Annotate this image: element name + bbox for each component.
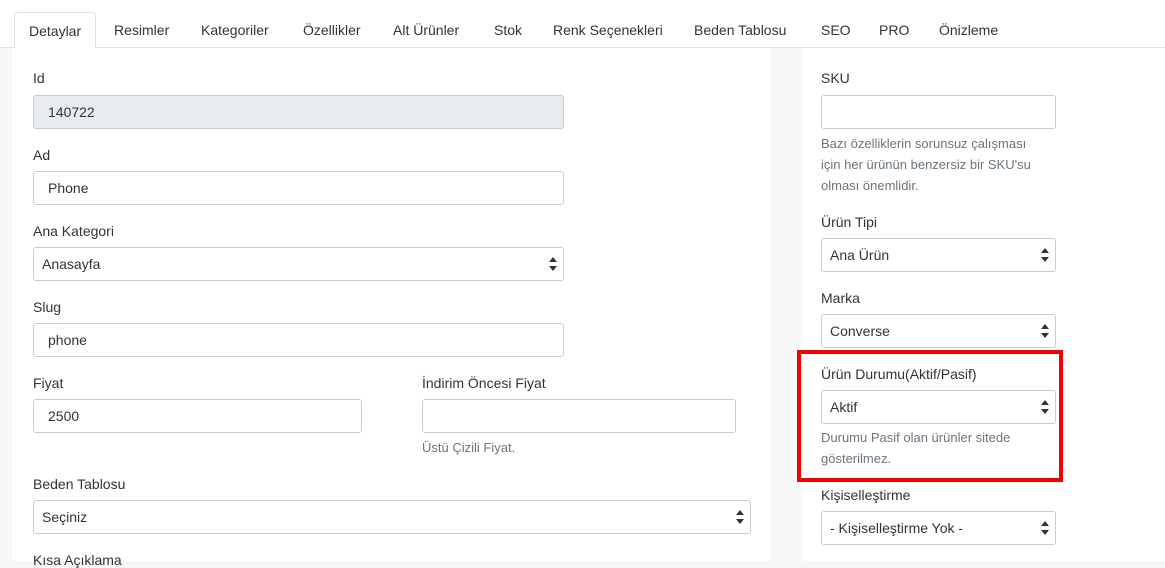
tab-pro[interactable]: PRO — [865, 12, 923, 49]
tab-beden-tablosu[interactable]: Beden Tablosu — [680, 12, 800, 49]
fiyat-field[interactable]: 2500 — [33, 399, 362, 433]
tab-bar: Detaylar Resimler Kategoriler Özellikler… — [0, 0, 1165, 49]
beden-select[interactable]: Seçiniz — [33, 500, 751, 534]
marka-select[interactable]: Converse — [821, 314, 1056, 348]
sku-label: SKU — [821, 70, 850, 86]
ad-label: Ad — [33, 147, 51, 163]
indirim-help: Üstü Çizili Fiyat. — [422, 440, 516, 455]
indirim-field[interactable] — [422, 399, 736, 433]
id-label: Id — [33, 70, 45, 86]
tab-renk-secenekleri[interactable]: Renk Seçenekleri — [539, 12, 677, 49]
highlight-box — [797, 350, 1063, 482]
sku-field[interactable] — [821, 95, 1056, 129]
tab-resimler[interactable]: Resimler — [100, 12, 183, 49]
tab-detaylar[interactable]: Detaylar — [14, 12, 97, 49]
marka-value: Converse — [830, 323, 890, 339]
tab-seo[interactable]: SEO — [807, 12, 865, 49]
urun-tipi-label: Ürün Tipi — [821, 214, 878, 230]
sku-help-3: olması önemlidir. — [821, 178, 919, 193]
marka-label: Marka — [821, 290, 860, 306]
ana-kategori-label: Ana Kategori — [33, 223, 114, 239]
slug-field[interactable]: phone — [33, 323, 564, 357]
select-arrows-icon — [549, 256, 557, 272]
ana-kategori-value: Anasayfa — [42, 256, 101, 272]
sku-help-1: Bazı özelliklerin sorunsuz çalışması — [821, 136, 1027, 151]
fiyat-label: Fiyat — [33, 375, 64, 391]
sku-help-2: için her ürünün benzersiz bir SKU'su — [821, 157, 1031, 172]
tab-ozellikler[interactable]: Özellikler — [289, 12, 375, 49]
kisisellestirme-select[interactable]: - Kişiselleştirme Yok - — [821, 511, 1056, 545]
slug-label: Slug — [33, 299, 62, 315]
select-arrows-icon — [1041, 247, 1049, 263]
tab-stok[interactable]: Stok — [480, 12, 536, 49]
ad-field[interactable]: Phone — [33, 171, 564, 205]
indirim-label: İndirim Öncesi Fiyat — [422, 375, 546, 391]
urun-tipi-value: Ana Ürün — [830, 247, 890, 263]
tab-kategoriler[interactable]: Kategoriler — [187, 12, 283, 49]
id-field: 140722 — [33, 95, 564, 129]
kisisellestirme-value: - Kişiselleştirme Yok - — [830, 520, 964, 536]
kisa-aciklama-label: Kısa Açıklama — [33, 552, 122, 568]
select-arrows-icon — [736, 509, 744, 525]
select-arrows-icon — [1041, 323, 1049, 339]
beden-value: Seçiniz — [42, 509, 88, 525]
beden-label: Beden Tablosu — [33, 476, 126, 492]
tab-alt-urunler[interactable]: Alt Ürünler — [379, 12, 473, 49]
urun-tipi-select[interactable]: Ana Ürün — [821, 238, 1056, 272]
select-arrows-icon — [1041, 520, 1049, 536]
ana-kategori-select[interactable]: Anasayfa — [33, 247, 564, 281]
kisisellestirme-label: Kişiselleştirme — [821, 487, 911, 503]
tab-onizleme[interactable]: Önizleme — [925, 12, 1012, 49]
